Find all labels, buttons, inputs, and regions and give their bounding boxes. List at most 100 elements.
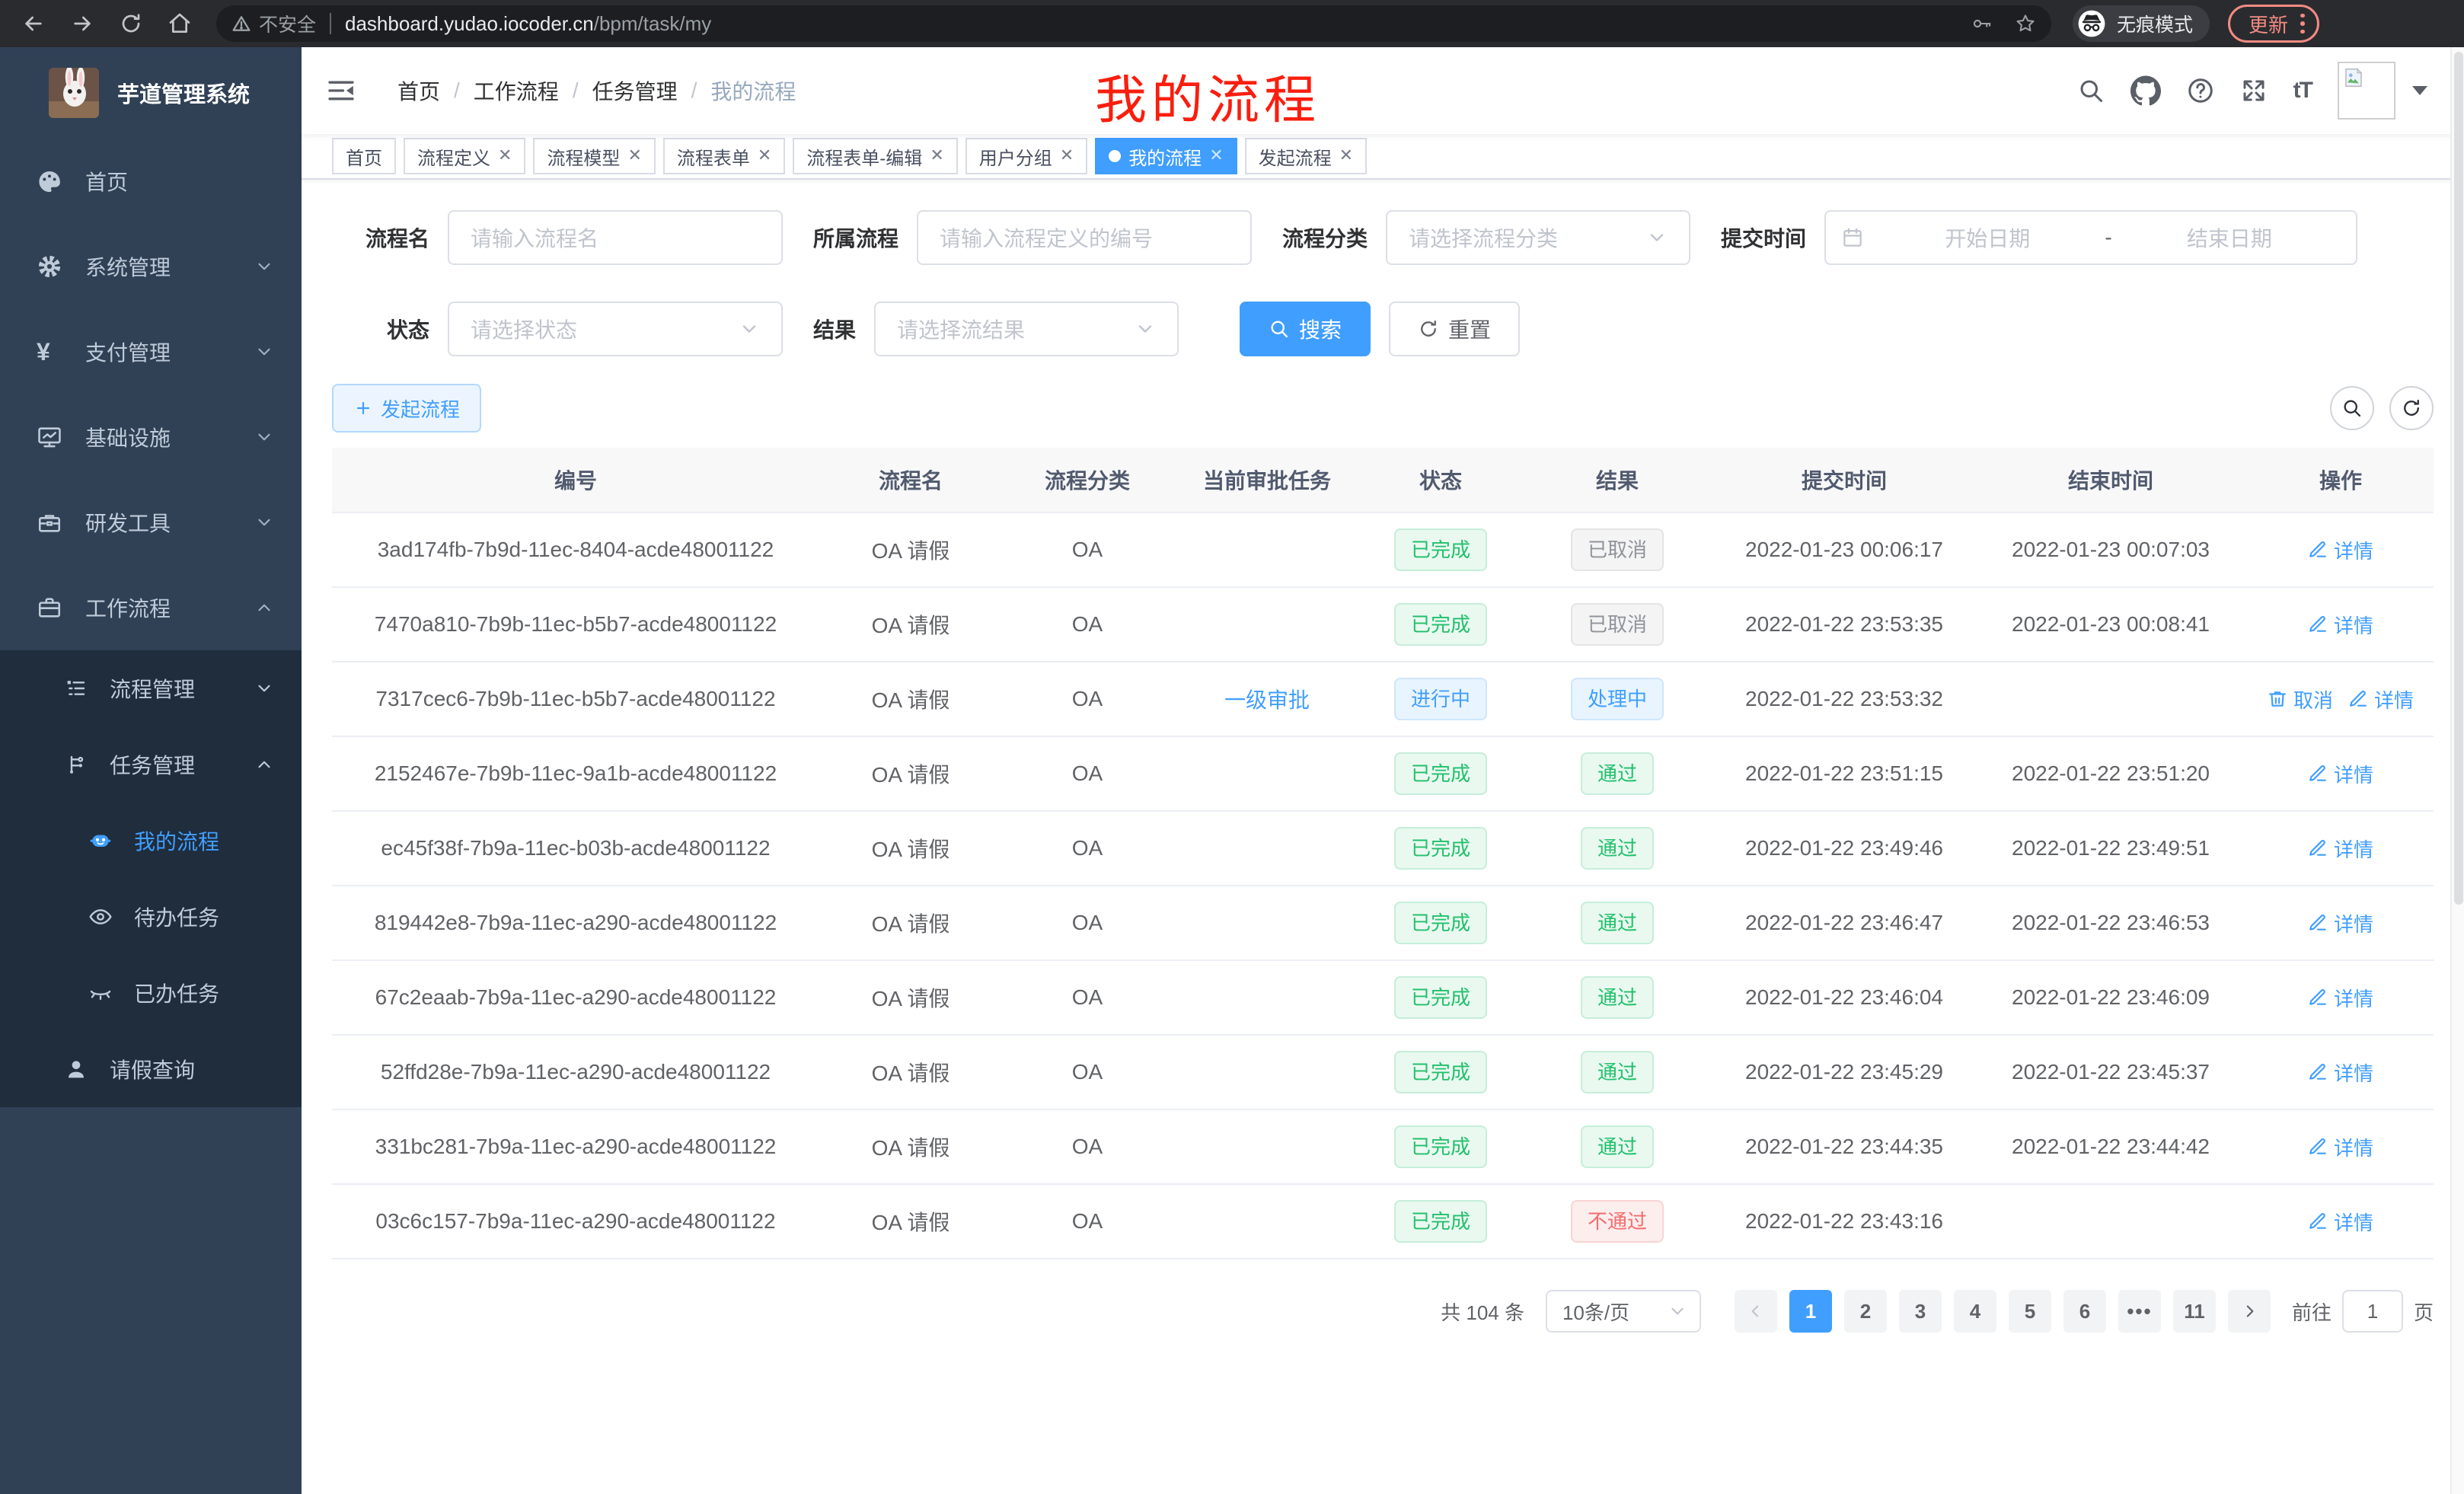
detail-link[interactable]: 详情 — [2308, 611, 2373, 639]
close-icon[interactable]: ✕ — [1060, 148, 1074, 164]
update-button[interactable]: 更新 — [2228, 5, 2319, 43]
browser-scrollbar[interactable] — [2450, 47, 2464, 1494]
browser-menu-icon[interactable] — [2300, 14, 2305, 34]
eye-closed-icon — [88, 981, 113, 1005]
page-button-4[interactable]: 4 — [1954, 1290, 1996, 1333]
close-icon[interactable]: ✕ — [930, 148, 943, 164]
help-icon[interactable] — [2187, 77, 2214, 104]
detail-link[interactable]: 详情 — [2308, 760, 2373, 788]
tab-process-definition[interactable]: 流程定义✕ — [404, 138, 525, 174]
reload-icon[interactable] — [119, 11, 143, 36]
home-icon[interactable] — [168, 11, 192, 36]
next-page-button[interactable] — [2228, 1290, 2271, 1333]
close-icon[interactable]: ✕ — [627, 148, 641, 164]
sidebar-item-task-mgmt[interactable]: 任务管理 — [0, 726, 302, 803]
key-icon[interactable] — [1972, 13, 1993, 34]
sidebar-item-devtools[interactable]: 研发工具 — [0, 480, 302, 565]
filter-status: 状态 请选择状态 — [353, 302, 783, 356]
navbar-actions: tT — [2077, 62, 2427, 120]
table-row: 7317cec6-7b9b-11ec-b5b7-acde48001122 OA … — [332, 662, 2434, 737]
date-range-picker[interactable]: 开始日期 - 结束日期 — [1824, 210, 2357, 265]
refresh-table-button[interactable] — [2389, 386, 2434, 430]
sidebar-item-home[interactable]: 首页 — [0, 139, 302, 224]
search-icon[interactable] — [2077, 77, 2105, 104]
prev-page-button[interactable] — [1735, 1290, 1777, 1333]
detail-link[interactable]: 详情 — [2308, 1208, 2373, 1236]
status-badge: 已完成 — [1394, 827, 1487, 870]
sidebar-item-system[interactable]: 系统管理 — [0, 224, 302, 309]
breadcrumb-workflow[interactable]: 工作流程 — [474, 75, 559, 106]
github-icon[interactable] — [2130, 75, 2161, 106]
tab-process-model[interactable]: 流程模型✕ — [533, 138, 655, 174]
close-icon[interactable]: ✕ — [1209, 148, 1223, 164]
page-button-11[interactable]: 11 — [2173, 1290, 2216, 1333]
goto-page-input[interactable] — [2342, 1290, 2403, 1333]
page-button-5[interactable]: 5 — [2009, 1290, 2051, 1333]
tab-user-group[interactable]: 用户分组✕ — [965, 138, 1087, 174]
start-date-placeholder[interactable]: 开始日期 — [1876, 222, 2099, 253]
sidebar-item-workflow[interactable]: 工作流程 — [0, 565, 302, 650]
page-button-1[interactable]: 1 — [1789, 1290, 1832, 1333]
status-select[interactable]: 请选择状态 — [448, 302, 783, 356]
category-select[interactable]: 请选择流程分类 — [1386, 210, 1690, 265]
table-row: ec45f38f-7b9a-11ec-b03b-acde48001122 OA … — [332, 812, 2434, 886]
sidebar-collapse-icon[interactable] — [326, 75, 356, 106]
tab-start-process[interactable]: 发起流程✕ — [1245, 138, 1367, 174]
sidebar-item-label: 流程管理 — [110, 673, 195, 704]
forward-icon[interactable] — [70, 11, 94, 36]
cancel-link[interactable]: 取消 — [2268, 685, 2333, 713]
gear-icon — [37, 254, 62, 279]
current-task-link[interactable]: 一级审批 — [1224, 684, 1310, 714]
detail-link[interactable]: 详情 — [2308, 1058, 2373, 1087]
more-pages-button[interactable]: ••• — [2118, 1290, 2161, 1333]
cell-id: 67c2eaab-7b9a-11ec-a290-acde48001122 — [332, 985, 819, 1010]
sidebar-item-my-process[interactable]: 我的流程 — [0, 803, 302, 879]
tab-process-form[interactable]: 流程表单✕ — [663, 138, 785, 174]
app-logo[interactable]: 芋道管理系统 — [0, 47, 302, 139]
end-date-placeholder[interactable]: 结束日期 — [2118, 222, 2341, 253]
detail-link[interactable]: 详情 — [2308, 909, 2373, 937]
close-icon[interactable]: ✕ — [1339, 148, 1353, 164]
tab-my-process[interactable]: 我的流程✕ — [1095, 138, 1237, 174]
bookmark-star-icon[interactable] — [2015, 13, 2036, 34]
address-bar[interactable]: 不安全 dashboard.yudao.iocoder.cn /bpm/task… — [216, 5, 2051, 42]
font-size-icon[interactable]: tT — [2293, 78, 2312, 104]
filter-category: 流程分类 请选择流程分类 — [1282, 210, 1690, 265]
tab-process-form-edit[interactable]: 流程表单-编辑✕ — [793, 138, 957, 174]
breadcrumb-home[interactable]: 首页 — [397, 75, 440, 106]
close-icon[interactable]: ✕ — [498, 148, 512, 164]
search-button[interactable]: 搜索 — [1240, 302, 1371, 356]
page-size-select[interactable]: 10条/页 — [1546, 1290, 1701, 1333]
sidebar-item-process-mgmt[interactable]: 流程管理 — [0, 650, 302, 726]
detail-link[interactable]: 详情 — [2308, 835, 2373, 863]
detail-link[interactable]: 详情 — [2308, 1133, 2373, 1161]
sidebar-item-todo-tasks[interactable]: 待办任务 — [0, 879, 302, 955]
toggle-search-button[interactable] — [2330, 386, 2374, 430]
sidebar-item-payment[interactable]: ¥ 支付管理 — [0, 309, 302, 394]
detail-link[interactable]: 详情 — [2308, 536, 2373, 564]
avatar[interactable] — [2338, 62, 2395, 120]
start-process-button[interactable]: 发起流程 — [332, 384, 481, 433]
sidebar-item-done-tasks[interactable]: 已办任务 — [0, 955, 302, 1031]
chevron-left-icon — [1746, 1301, 1766, 1321]
scrollbar-thumb[interactable] — [2454, 52, 2463, 905]
detail-link[interactable]: 详情 — [2348, 685, 2414, 713]
result-select[interactable]: 请选择流结果 — [874, 302, 1179, 356]
close-icon[interactable]: ✕ — [758, 148, 771, 164]
process-name-input[interactable]: 请输入流程名 — [448, 210, 783, 265]
process-definition-input[interactable]: 请输入流程定义的编号 — [917, 210, 1252, 265]
page-button-2[interactable]: 2 — [1844, 1290, 1887, 1333]
sidebar-item-leave-query[interactable]: 请假查询 — [0, 1031, 302, 1107]
back-icon[interactable] — [21, 11, 46, 36]
chevron-right-icon — [2239, 1301, 2259, 1321]
page-button-6[interactable]: 6 — [2063, 1290, 2106, 1333]
page-button-3[interactable]: 3 — [1899, 1290, 1942, 1333]
avatar-dropdown-caret[interactable] — [2412, 86, 2427, 95]
breadcrumb-task-mgmt[interactable]: 任务管理 — [592, 75, 678, 106]
fullscreen-icon[interactable] — [2240, 77, 2268, 104]
detail-link[interactable]: 详情 — [2308, 984, 2373, 1012]
tab-home[interactable]: 首页 — [332, 138, 396, 174]
sidebar-item-infrastructure[interactable]: 基础设施 — [0, 394, 302, 480]
incognito-icon — [2077, 9, 2106, 38]
reset-button[interactable]: 重置 — [1389, 302, 1520, 356]
